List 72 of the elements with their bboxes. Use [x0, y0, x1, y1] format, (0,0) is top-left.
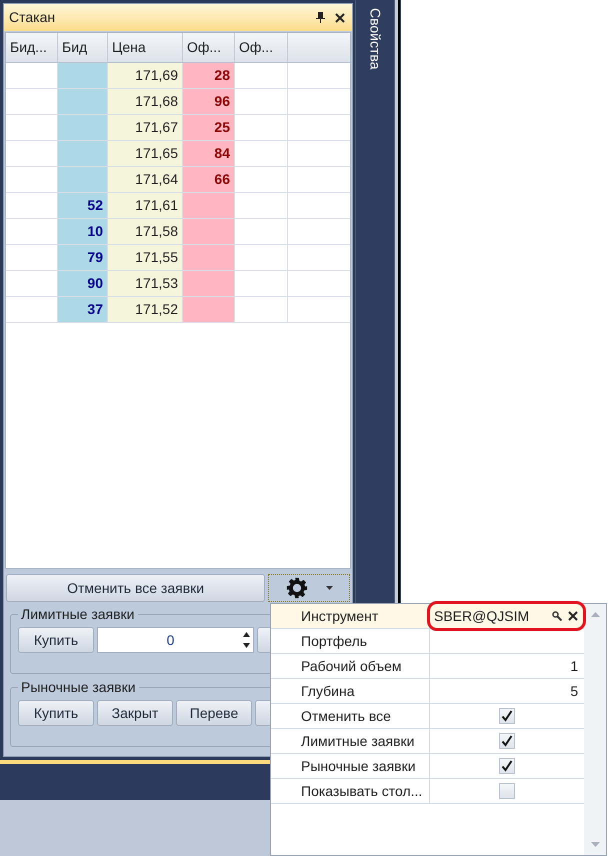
column-header[interactable]: Оф... — [183, 33, 235, 62]
price: 171,69 — [135, 66, 178, 85]
property-row[interactable]: Отменить все — [271, 704, 584, 729]
order-button[interactable]: Купить — [18, 700, 94, 726]
property-row[interactable]: Инструмент SBER@QJSIM — [271, 604, 584, 629]
price: 171,64 — [135, 170, 178, 189]
column-header-label: Оф... — [187, 38, 222, 57]
instrument-field[interactable]: SBER@QJSIM — [427, 601, 586, 631]
price: 171,52 — [135, 300, 178, 319]
column-header[interactable]: Бид — [58, 33, 108, 62]
order-button[interactable]: Переве — [176, 700, 252, 726]
column-header-label: Бид... — [10, 38, 47, 57]
price: 171,67 — [135, 118, 178, 137]
search-icon[interactable] — [552, 611, 562, 621]
close-icon[interactable] — [335, 12, 345, 22]
instrument-value: SBER@QJSIM — [434, 606, 530, 626]
property-value: 1 — [570, 656, 578, 676]
clear-icon[interactable] — [568, 611, 578, 621]
column-header[interactable]: Цена — [108, 33, 183, 62]
checkbox[interactable] — [499, 783, 516, 799]
property-label: Рабочий объем — [301, 656, 402, 676]
price: 171,58 — [135, 222, 178, 241]
property-label: Портфель — [301, 632, 368, 651]
caret-icon — [326, 586, 333, 590]
buy-button[interactable]: Купить — [18, 627, 94, 653]
checkbox[interactable] — [499, 758, 516, 774]
column-header-label: Оф... — [239, 38, 274, 57]
group-title: Рыночные заявки — [20, 678, 137, 697]
property-row[interactable]: Лимитные заявки — [271, 729, 584, 754]
column-header-label: Бид — [62, 38, 88, 57]
settings-icon — [286, 577, 308, 599]
properties-tab[interactable]: Свойства — [364, 8, 386, 70]
property-row[interactable]: Глубина 5 — [271, 679, 584, 704]
bid-volume: 90 — [87, 274, 103, 293]
offer-volume: 28 — [214, 66, 230, 85]
property-label: Инструмент — [301, 606, 378, 626]
property-row[interactable]: Рыночные заявки — [271, 754, 584, 779]
column-header[interactable]: Бид... — [6, 33, 58, 62]
property-label: Рыночные заявки — [301, 756, 416, 776]
cancel-all-button[interactable]: Отменить все заявки — [6, 574, 266, 602]
quantity-field[interactable]: 0 — [97, 627, 254, 653]
offer-volume: 66 — [214, 170, 230, 189]
property-label: Отменить все — [301, 706, 391, 726]
checkbox[interactable] — [499, 733, 516, 749]
property-label: Показывать стол... — [301, 782, 422, 800]
offer-volume: 96 — [214, 92, 230, 111]
spinner-icon[interactable] — [243, 631, 250, 649]
group-title: Лимитные заявки — [20, 605, 136, 624]
property-label: Глубина — [301, 682, 354, 701]
offer-volume: 84 — [214, 144, 230, 163]
order-button[interactable]: Закрыт — [97, 700, 173, 726]
offer-volume: 25 — [214, 118, 230, 137]
panel-title: Стакан — [9, 8, 56, 27]
price: 171,61 — [135, 196, 178, 215]
bid-volume: 10 — [87, 222, 103, 241]
bid-volume: 79 — [87, 248, 103, 267]
price: 171,55 — [135, 248, 178, 267]
column-header[interactable]: Оф... — [235, 33, 288, 62]
pin-icon[interactable] — [316, 12, 325, 23]
property-row[interactable]: Портфель — [271, 629, 584, 654]
property-value: 5 — [570, 682, 578, 700]
column-header-label: Цена — [112, 38, 146, 57]
property-row[interactable]: Рабочий объем 1 — [271, 654, 584, 679]
property-row[interactable]: Показывать стол... — [271, 779, 584, 804]
price: 171,53 — [135, 274, 178, 293]
price: 171,68 — [135, 92, 178, 111]
bid-volume: 52 — [87, 196, 103, 215]
checkbox[interactable] — [499, 708, 516, 724]
price: 171,65 — [135, 144, 178, 163]
bid-volume: 37 — [87, 300, 103, 319]
property-label: Лимитные заявки — [301, 732, 415, 750]
settings-dropdown-button[interactable] — [268, 574, 350, 602]
